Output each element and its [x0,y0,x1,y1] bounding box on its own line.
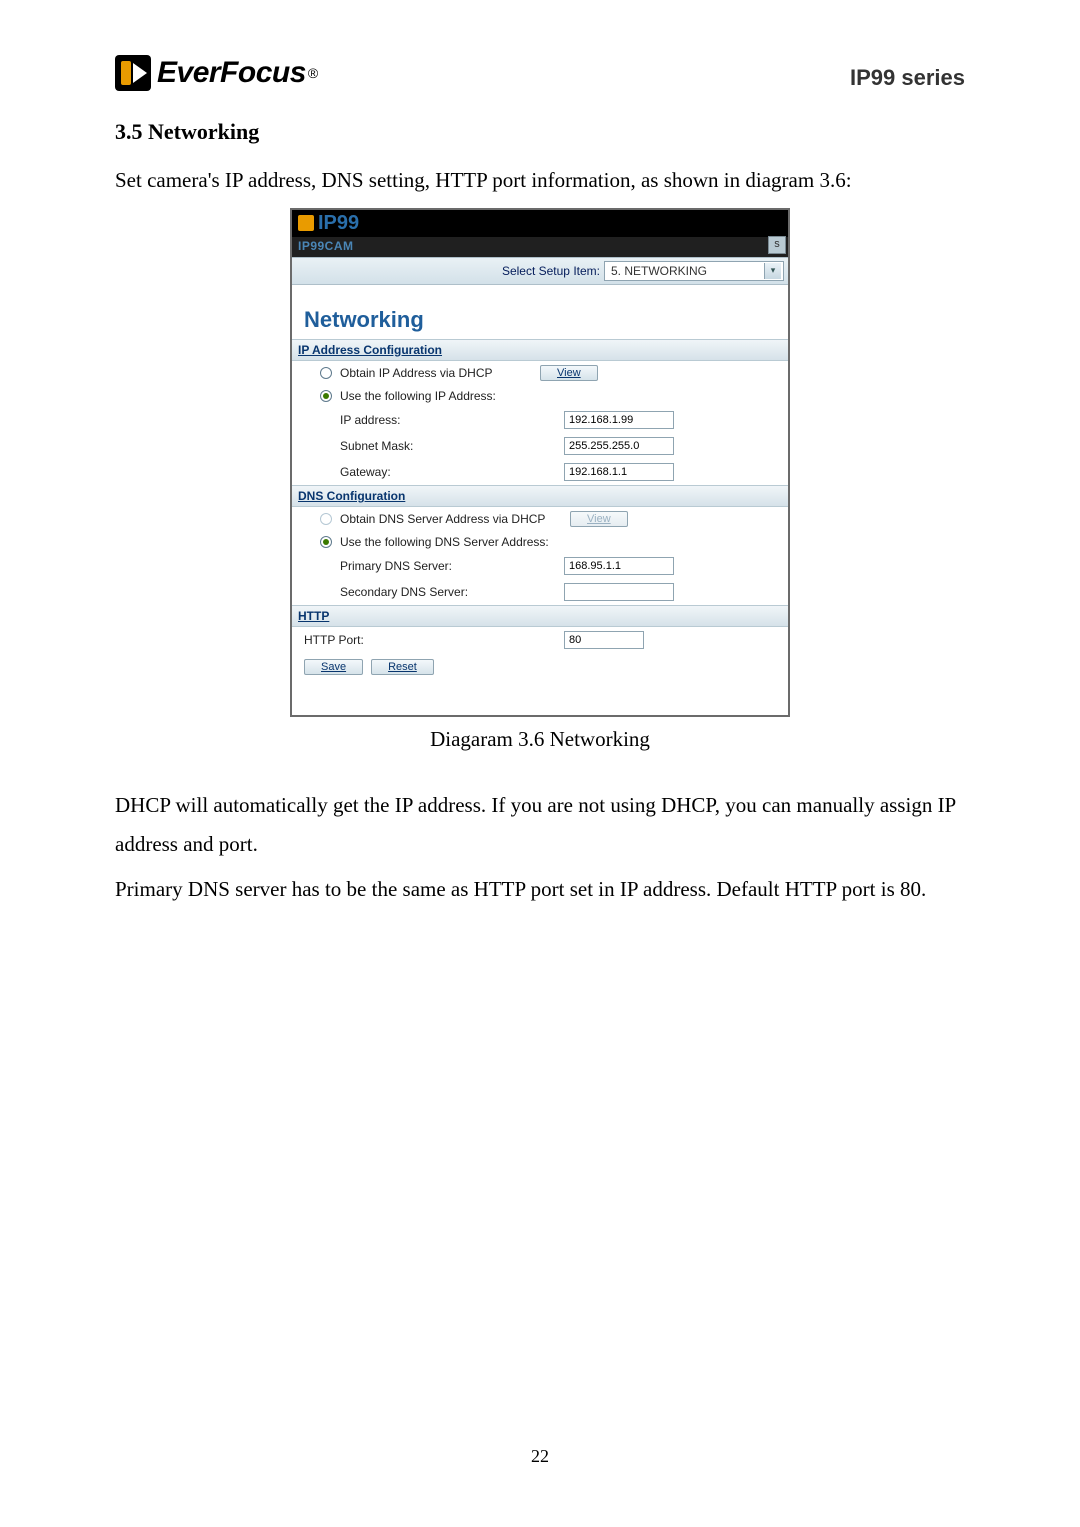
page: EverFocus ® IP99 series 3.5 Networking S… [0,0,1080,1527]
primary-dns-row: Primary DNS Server: [304,553,776,579]
http-port-label: HTTP Port: [304,633,564,647]
page-number: 22 [0,1446,1080,1467]
gateway-input[interactable] [564,463,674,481]
dns-static-row: Use the following DNS Server Address: [304,531,776,553]
diagram-caption: Diagaram 3.6 Networking [115,727,965,752]
app-title: IP99 [318,212,359,235]
gateway-row: Gateway: [304,459,776,485]
page-header: EverFocus ® IP99 series [115,55,965,91]
ip-config-heading[interactable]: IP Address Configuration [292,339,788,361]
dns-dhcp-row: Obtain DNS Server Address via DHCP View [304,507,776,531]
ip-static-row: Use the following IP Address: [304,385,776,407]
gateway-label: Gateway: [340,465,564,479]
app-titlebar: IP99 [292,210,788,237]
product-series: IP99 series [850,65,965,91]
setup-select-row: s Select Setup Item: 5. NETWORKING ▾ [292,257,788,285]
brand-logo: EverFocus ® [115,55,318,91]
ip-dhcp-label: Obtain IP Address via DHCP [340,366,540,380]
ip-dhcp-row: Obtain IP Address via DHCP View [304,361,776,385]
save-button[interactable]: Save [304,659,363,675]
secondary-dns-label: Secondary DNS Server: [340,585,564,599]
ip-static-radio[interactable] [320,390,332,402]
paragraph-2: DHCP will automatically get the IP addre… [115,786,965,864]
setup-select-value: 5. NETWORKING [611,264,707,278]
ip-dhcp-view-button[interactable]: View [540,365,598,381]
ip-address-row: IP address: [304,407,776,433]
subnet-mask-input[interactable] [564,437,674,455]
app-logo-icon [298,215,314,231]
panel-title: Networking [304,307,776,333]
ip-address-input[interactable] [564,411,674,429]
app-window: IP99 IP99CAM s Select Setup Item: 5. NET… [290,208,790,717]
http-port-input[interactable] [564,631,644,649]
settings-panel: Networking IP Address Configuration Obta… [292,285,788,715]
section-heading: 3.5 Networking [115,119,965,145]
dns-dhcp-radio[interactable] [320,513,332,525]
primary-dns-input[interactable] [564,557,674,575]
ip-static-label: Use the following IP Address: [340,389,600,403]
setup-select[interactable]: 5. NETWORKING ▾ [604,261,784,281]
brand-name: EverFocus [157,56,306,90]
paragraph-3: Primary DNS server has to be the same as… [115,870,965,909]
ip-address-label: IP address: [340,413,564,427]
ip-dhcp-radio[interactable] [320,367,332,379]
intro-paragraph: Set camera's IP address, DNS setting, HT… [115,161,965,200]
setup-select-label: Select Setup Item: [502,264,600,278]
action-button-row: Save Reset [304,659,776,675]
chevron-down-icon: ▾ [764,263,781,279]
reset-button[interactable]: Reset [371,659,434,675]
dns-config-heading[interactable]: DNS Configuration [292,485,788,507]
primary-dns-label: Primary DNS Server: [340,559,564,573]
secondary-dns-row: Secondary DNS Server: [304,579,776,605]
secondary-dns-input[interactable] [564,583,674,601]
subnet-mask-label: Subnet Mask: [340,439,564,453]
dns-dhcp-label: Obtain DNS Server Address via DHCP [340,512,570,526]
dns-static-radio[interactable] [320,536,332,548]
dns-dhcp-view-button: View [570,511,628,527]
dns-static-label: Use the following DNS Server Address: [340,535,600,549]
subnet-mask-row: Subnet Mask: [304,433,776,459]
registered-mark-icon: ® [308,65,318,81]
corner-button[interactable]: s [768,236,786,254]
diagram-screenshot: IP99 IP99CAM s Select Setup Item: 5. NET… [290,208,790,717]
http-port-row: HTTP Port: [304,627,776,653]
app-subtitle: IP99CAM [292,237,788,257]
http-heading[interactable]: HTTP [292,605,788,627]
brand-logo-icon [115,55,151,91]
